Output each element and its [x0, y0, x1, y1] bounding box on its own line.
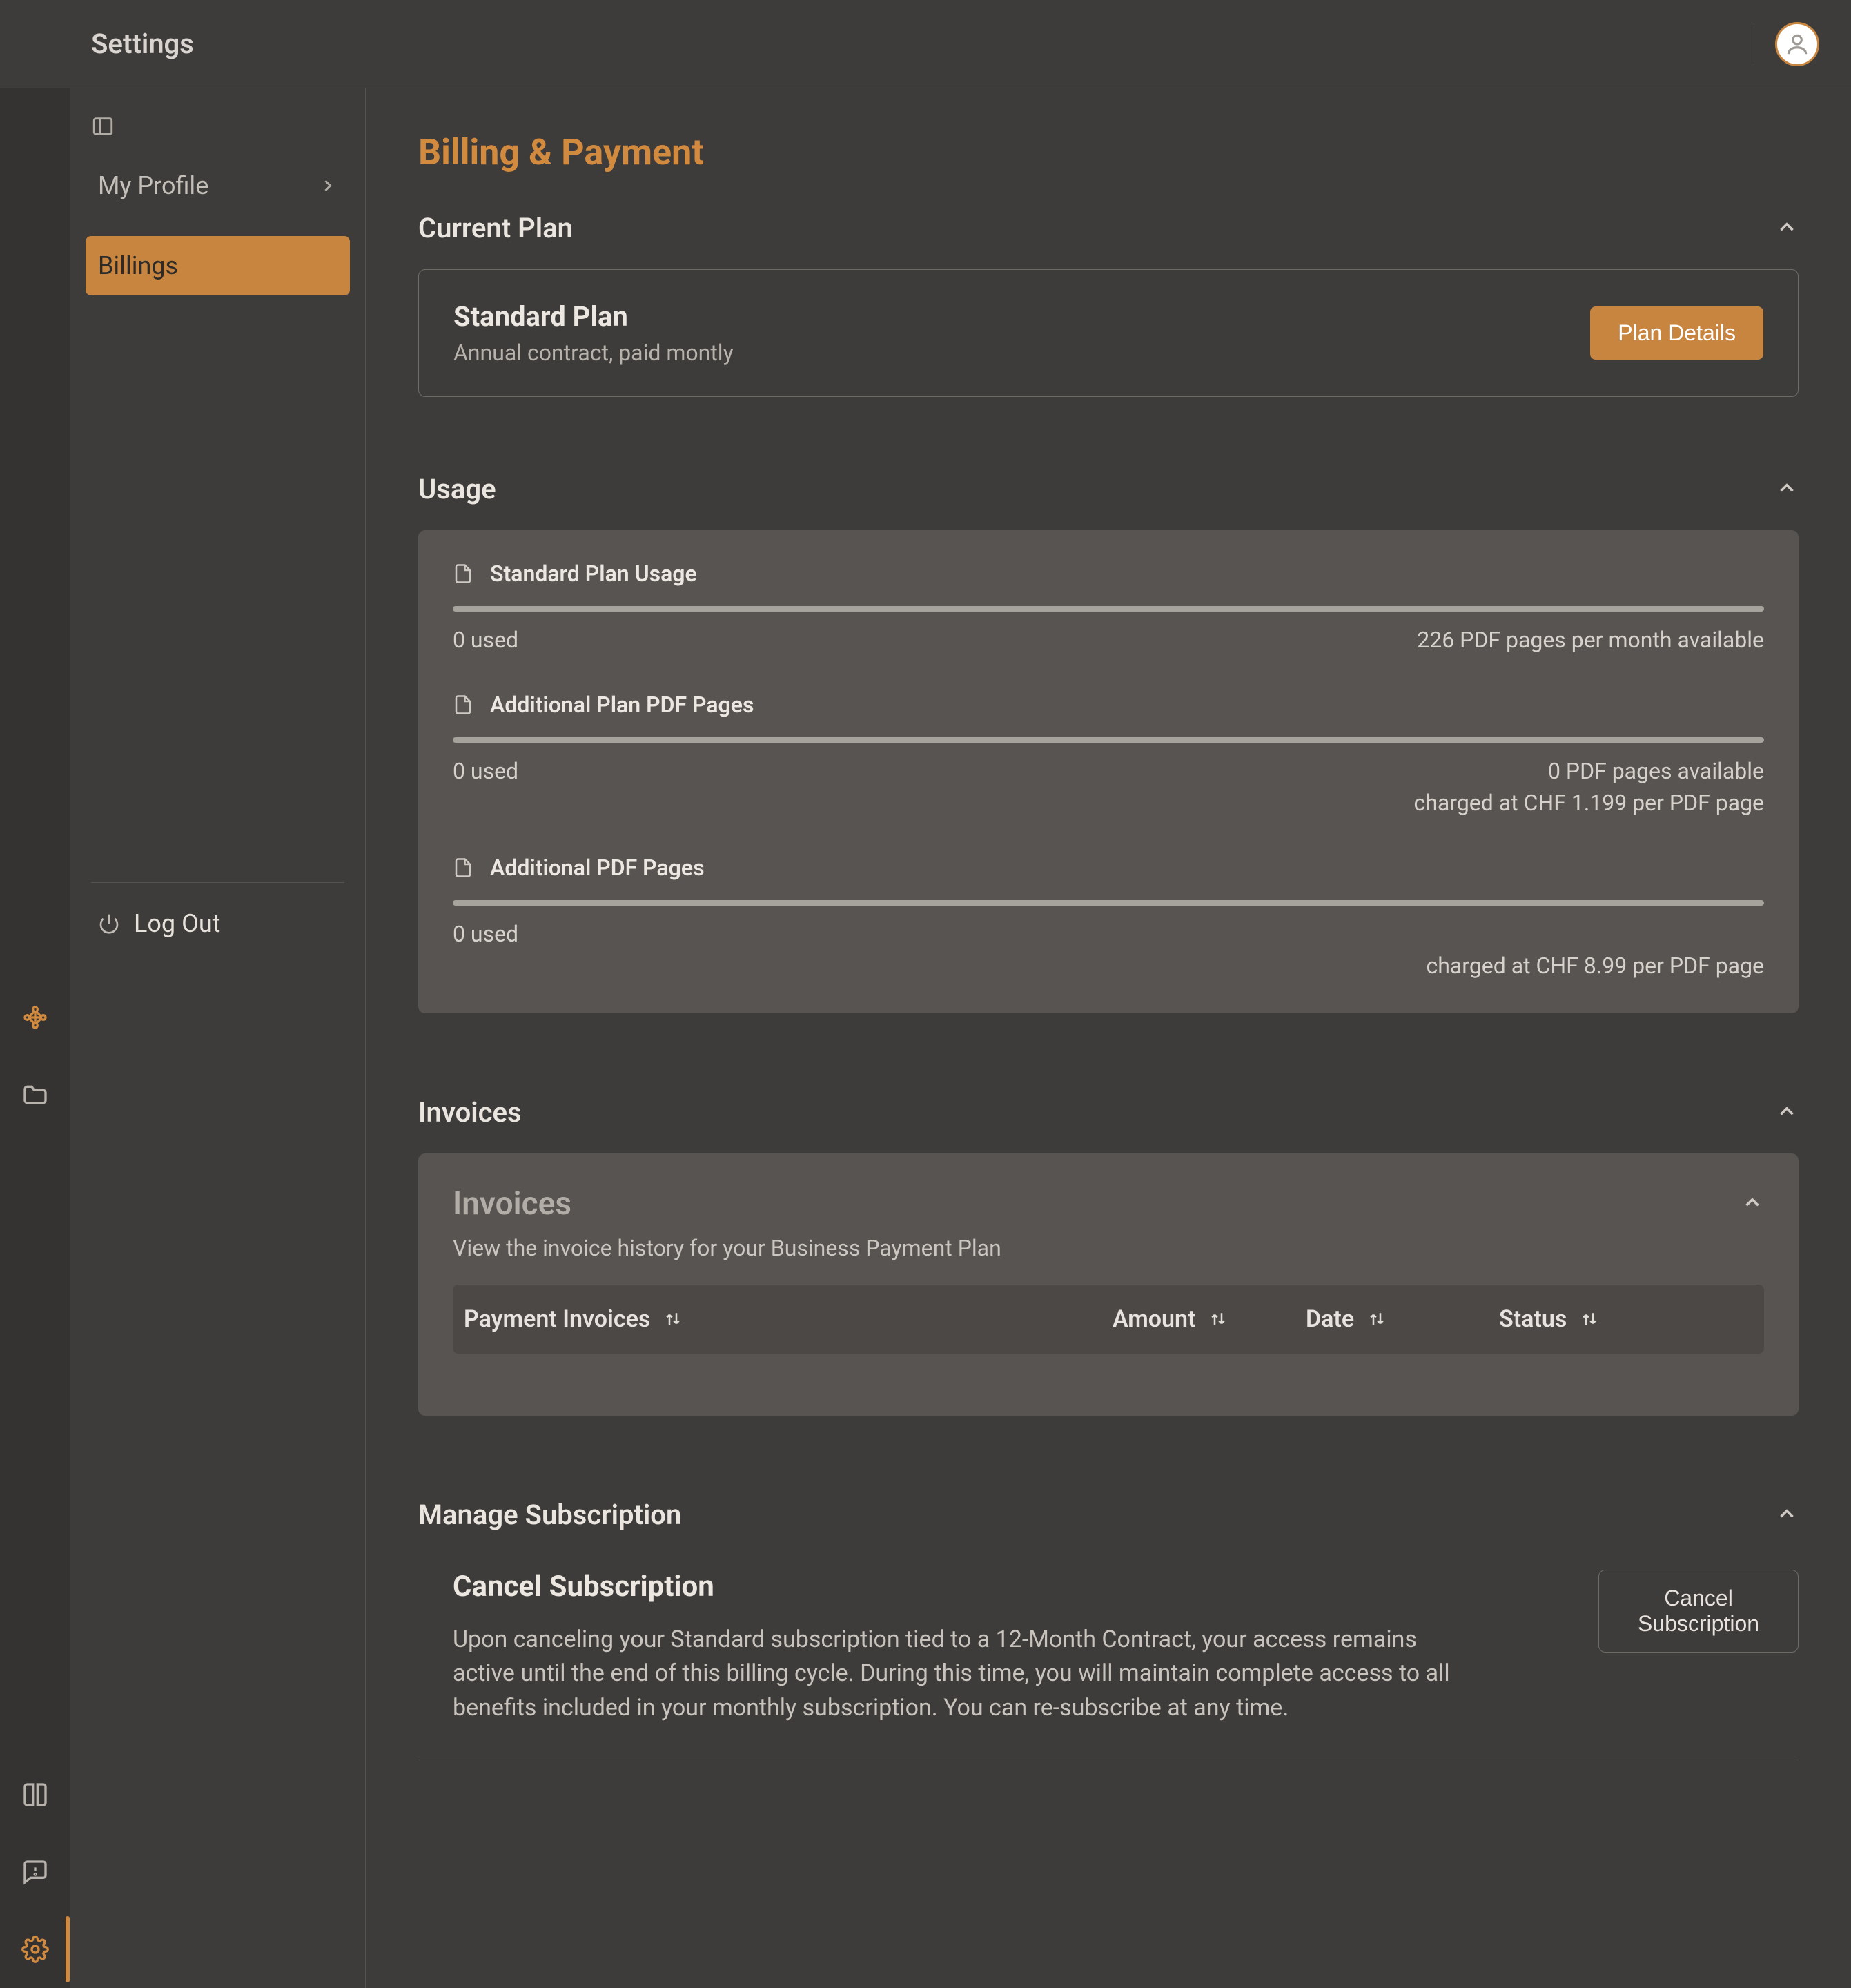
sort-icon [1208, 1309, 1228, 1329]
plan-name: Standard Plan [453, 300, 734, 333]
usage-used: 0 used [453, 921, 518, 947]
cancel-subscription-button[interactable]: Cancel Subscription [1598, 1570, 1799, 1653]
book-icon [21, 1781, 49, 1809]
usage-block-title: Additional PDF Pages [453, 855, 1764, 881]
chevron-up-icon [1775, 1502, 1799, 1526]
usage-available: 0 PDF pages available [1548, 758, 1764, 784]
invoices-panel: Invoices View the invoice history for yo… [418, 1153, 1799, 1416]
cancel-subscription-box: Cancel Subscription Upon canceling your … [418, 1556, 1799, 1760]
collapse-toggle[interactable] [1775, 476, 1799, 503]
sidebar-item-label: My Profile [98, 171, 208, 200]
page-header-title: Settings [91, 28, 194, 60]
sidebar-collapse-button[interactable] [86, 109, 350, 156]
usage-panel: Standard Plan Usage 0 used 226 PDF pages… [418, 530, 1799, 1013]
invoices-panel-title: Invoices [453, 1185, 571, 1222]
rail-item-settings[interactable] [0, 1911, 70, 1988]
chevron-right-icon [318, 176, 337, 195]
usage-block-title: Standard Plan Usage [453, 561, 1764, 587]
section-header-usage[interactable]: Usage [418, 473, 1799, 505]
file-icon [453, 857, 473, 878]
chevron-up-icon [1775, 1100, 1799, 1123]
sort-icon [1367, 1309, 1387, 1329]
settings-sidebar: My Profile Billings Log Out [70, 88, 366, 1988]
file-icon [453, 563, 473, 584]
sort-icon [1579, 1309, 1600, 1329]
plan-subtitle: Annual contract, paid montly [453, 340, 734, 366]
logout-button[interactable]: Log Out [86, 883, 350, 938]
usage-progress-bar [453, 737, 1764, 743]
network-icon [21, 1004, 49, 1031]
chevron-up-icon [1775, 476, 1799, 500]
sidebar-item-my-profile[interactable]: My Profile [86, 156, 350, 215]
usage-available: 226 PDF pages per month available [1417, 627, 1764, 653]
invoices-table-header: Payment Invoices Amount Date Status [453, 1285, 1764, 1354]
collapse-toggle[interactable] [1741, 1191, 1764, 1217]
section-header-current-plan[interactable]: Current Plan [418, 212, 1799, 244]
section-title: Current Plan [418, 212, 573, 244]
rail-item-folder[interactable] [0, 1056, 70, 1133]
section-title: Invoices [418, 1096, 522, 1129]
usage-rate: charged at CHF 1.199 per PDF page [453, 790, 1764, 816]
column-header-payment[interactable]: Payment Invoices [464, 1305, 1113, 1333]
section-title: Usage [418, 473, 496, 505]
usage-block: Additional Plan PDF Pages 0 used 0 PDF p… [453, 692, 1764, 816]
section-title: Manage Subscription [418, 1499, 681, 1531]
column-header-status[interactable]: Status [1499, 1305, 1753, 1333]
message-icon [21, 1858, 49, 1886]
usage-block: Additional PDF Pages 0 used charged at C… [453, 855, 1764, 979]
usage-progress-bar [453, 900, 1764, 906]
cancel-description: Upon canceling your Standard subscriptio… [453, 1623, 1481, 1725]
topbar-right [1754, 22, 1819, 66]
rail-item-network[interactable] [0, 979, 70, 1056]
section-header-invoices[interactable]: Invoices [418, 1096, 1799, 1129]
column-header-amount[interactable]: Amount [1113, 1305, 1306, 1333]
usage-used: 0 used [453, 627, 518, 653]
page-title: Billing & Payment [418, 131, 1799, 173]
chevron-up-icon [1741, 1191, 1764, 1214]
plan-card: Standard Plan Annual contract, paid mont… [418, 269, 1799, 397]
logout-label: Log Out [134, 909, 220, 938]
user-icon [1784, 31, 1810, 57]
main-content: Billing & Payment Current Plan Standard … [366, 88, 1851, 1988]
nav-rail [0, 88, 70, 1988]
usage-progress-bar [453, 606, 1764, 612]
file-icon [453, 694, 473, 715]
section-header-manage[interactable]: Manage Subscription [418, 1499, 1799, 1531]
plan-info: Standard Plan Annual contract, paid mont… [453, 300, 734, 366]
usage-rate: charged at CHF 8.99 per PDF page [453, 953, 1764, 979]
sort-icon [663, 1309, 683, 1329]
collapse-toggle[interactable] [1775, 1100, 1799, 1126]
gear-icon [21, 1936, 49, 1963]
column-header-date[interactable]: Date [1306, 1305, 1499, 1333]
usage-block-title: Additional Plan PDF Pages [453, 692, 1764, 718]
usage-block: Standard Plan Usage 0 used 226 PDF pages… [453, 561, 1764, 653]
folder-icon [21, 1081, 49, 1109]
profile-avatar-button[interactable] [1775, 22, 1819, 66]
collapse-toggle[interactable] [1775, 215, 1799, 242]
chevron-up-icon [1775, 215, 1799, 239]
panel-icon [91, 115, 115, 138]
sidebar-item-label: Billings [98, 251, 178, 280]
collapse-toggle[interactable] [1775, 1502, 1799, 1528]
plan-details-button[interactable]: Plan Details [1590, 306, 1763, 360]
sidebar-item-billings[interactable]: Billings [86, 236, 350, 295]
usage-used: 0 used [453, 758, 518, 784]
rail-item-docs[interactable] [0, 1756, 70, 1833]
cancel-title: Cancel Subscription [453, 1570, 1578, 1604]
rail-item-feedback[interactable] [0, 1833, 70, 1911]
power-icon [98, 913, 120, 935]
invoices-panel-subtitle: View the invoice history for your Busine… [453, 1235, 1764, 1261]
topbar: Settings [0, 0, 1851, 88]
